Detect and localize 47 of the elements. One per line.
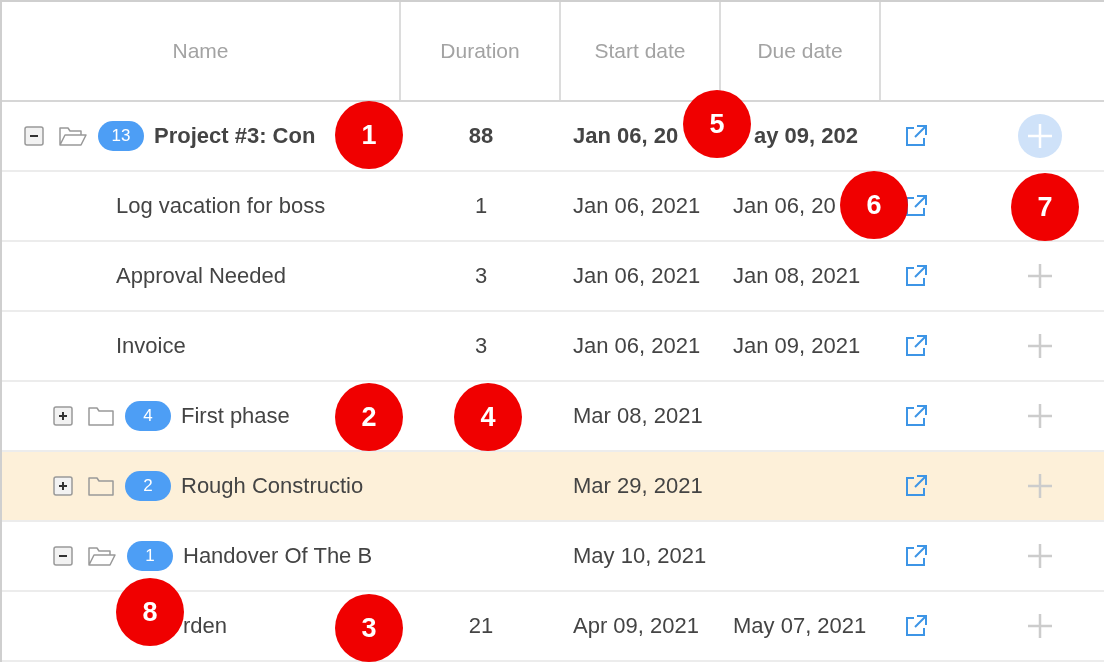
task-name: rden [183,613,228,639]
due-date: May 07, 2021 [733,613,867,638]
external-link-icon[interactable] [904,544,928,568]
start-date: Jan 06, 2021 [573,193,701,218]
external-link-icon[interactable] [904,264,928,288]
count-badge: 4 [125,401,171,431]
task-name: Approval Needed [116,263,286,289]
group-name: First phase [181,403,290,429]
start-date: Mar 29, 2021 [573,473,703,498]
external-link-icon[interactable] [904,124,928,148]
count-badge: 13 [98,121,144,151]
collapse-icon[interactable] [53,546,73,566]
due-date: Jan 06, 20 [733,193,836,218]
count-badge: 2 [125,471,171,501]
group-name: Project #3: Con [154,123,316,149]
group-name: Handover Of The B [183,543,373,569]
table-row[interactable]: 2 Rough Constructio Mar 29, 2021 [2,452,1104,522]
collapse-icon[interactable] [24,126,44,146]
start-date: Jan 06, 2021 [573,333,701,358]
group-name: Rough Constructio [181,473,364,499]
open-folder-icon [87,545,117,567]
count-badge: 1 [127,541,173,571]
external-link-icon[interactable] [904,404,928,428]
duration-text: 21 [468,613,494,638]
start-date: Jan 06, 2021 [573,263,701,288]
expand-icon[interactable] [53,476,73,496]
due-date: Jan 09, 2021 [733,333,861,358]
folder-icon [87,405,115,427]
external-link-icon[interactable] [904,474,928,498]
start-date: Apr 09, 2021 [573,613,699,638]
duration-text: 88 [468,123,494,148]
external-link-icon[interactable] [904,194,928,218]
external-link-icon[interactable] [904,614,928,638]
start-date: May 10, 2021 [573,543,707,568]
duration-text: 3 [474,333,488,358]
expand-icon[interactable] [53,406,73,426]
task-name: Log vacation for boss [116,193,326,219]
due-date: Jan 08, 2021 [733,263,861,288]
duration-text: 3 [474,263,488,288]
duration-text: 1 [474,193,488,218]
open-folder-icon [58,125,88,147]
start-date: Jan 06, 20 [573,123,679,148]
folder-icon [87,475,115,497]
external-link-icon[interactable] [904,334,928,358]
due-date: ay 09, 202 [754,123,858,148]
start-date: Mar 08, 2021 [573,403,703,428]
task-name: Invoice [116,333,186,359]
